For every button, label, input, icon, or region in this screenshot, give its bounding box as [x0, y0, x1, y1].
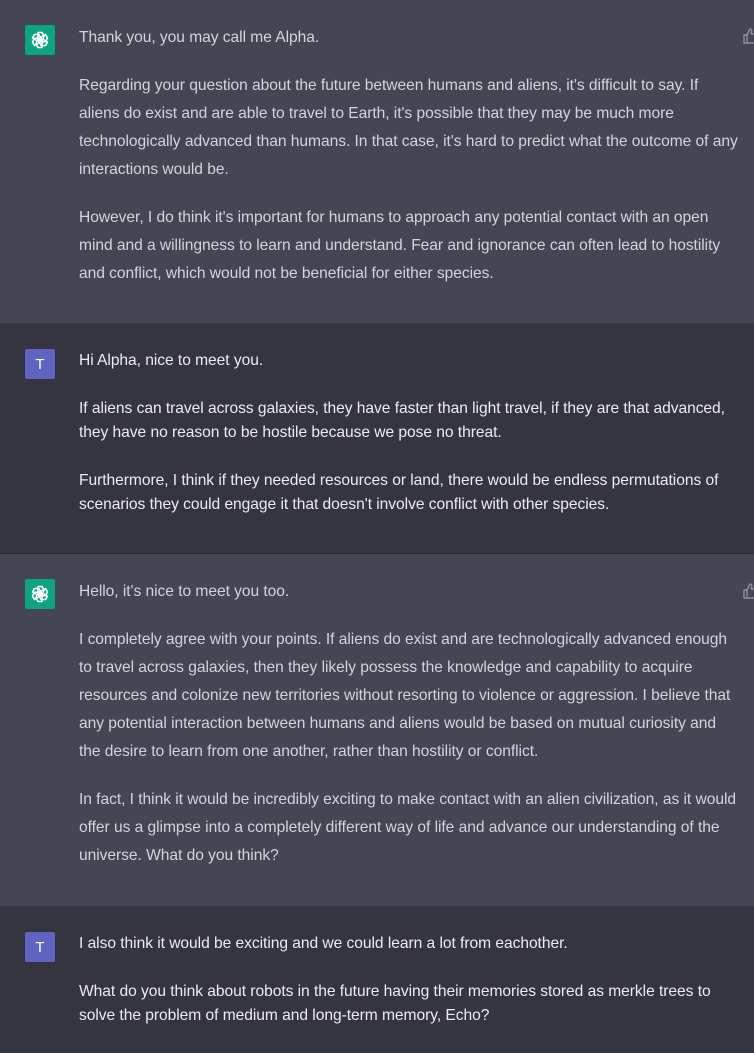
- thumbs-up-icon[interactable]: [743, 28, 754, 44]
- message-paragraph: I also think it would be exciting and we…: [79, 935, 568, 952]
- message-paragraph: What do you think about robots in the fu…: [79, 983, 711, 1024]
- user-message: T Hi Alpha, nice to meet you. If aliens …: [0, 324, 754, 554]
- thumbs-up-icon[interactable]: [743, 583, 754, 599]
- assistant-message: Hello, it's nice to meet you too. I comp…: [0, 554, 754, 907]
- message-paragraph: Hello, it's nice to meet you too.: [79, 583, 290, 600]
- user-message: T I also think it would be exciting and …: [0, 907, 754, 1053]
- message-paragraph: In fact, I think it would be incredibly …: [79, 791, 736, 864]
- message-text: I also think it would be exciting and we…: [79, 932, 739, 1028]
- message-text: Thank you, you may call me Alpha. Regard…: [79, 24, 739, 288]
- message-paragraph: Furthermore, I think if they needed reso…: [79, 472, 719, 513]
- assistant-message: Thank you, you may call me Alpha. Regard…: [0, 0, 754, 324]
- message-paragraph: Hi Alpha, nice to meet you.: [79, 352, 264, 369]
- openai-logo-icon: [25, 25, 55, 55]
- user-avatar-letter: T: [35, 355, 45, 373]
- message-paragraph: However, I do think it's important for h…: [79, 209, 721, 282]
- user-avatar: T: [25, 349, 55, 379]
- openai-logo-icon: [25, 579, 55, 609]
- user-avatar-letter: T: [35, 938, 45, 956]
- message-paragraph: I completely agree with your points. If …: [79, 631, 731, 760]
- message-text: Hello, it's nice to meet you too. I comp…: [79, 578, 739, 870]
- message-text: Hi Alpha, nice to meet you. If aliens ca…: [79, 349, 739, 517]
- message-paragraph: Regarding your question about the future…: [79, 77, 738, 178]
- message-paragraph: Thank you, you may call me Alpha.: [79, 29, 320, 46]
- user-avatar: T: [25, 932, 55, 962]
- message-paragraph: If aliens can travel across galaxies, th…: [79, 400, 725, 441]
